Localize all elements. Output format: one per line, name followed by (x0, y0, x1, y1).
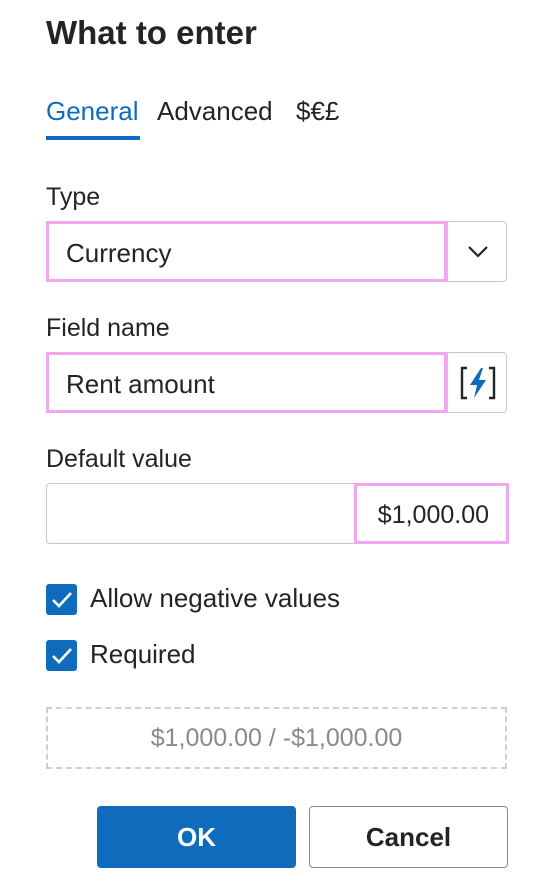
checkmark-icon (51, 647, 72, 664)
field-name-label: Field name (46, 314, 170, 342)
lightning-bracket-icon (460, 366, 495, 399)
field-name-insert-button[interactable] (448, 353, 507, 412)
default-value-text[interactable]: $1,000.00 (378, 501, 489, 530)
allow-negative-label[interactable]: Allow negative values (90, 583, 340, 614)
field-name-value[interactable]: Rent amount (66, 369, 215, 400)
required-label[interactable]: Required (90, 639, 196, 670)
dialog-title: What to enter (46, 14, 257, 51)
type-dropdown-button[interactable] (448, 222, 507, 281)
type-value[interactable]: Currency (66, 238, 171, 269)
format-preview: $1,000.00 / -$1,000.00 (46, 707, 507, 769)
default-value-label: Default value (46, 445, 192, 473)
checkmark-icon (51, 591, 72, 608)
field-name-input[interactable]: Rent amount (46, 352, 507, 413)
active-tab-indicator (46, 136, 140, 140)
tab-currency[interactable]: $€£ (296, 96, 339, 127)
default-value-input[interactable]: $1,000.00 (46, 483, 509, 544)
allow-negative-checkbox[interactable] (46, 584, 77, 615)
type-label: Type (46, 183, 101, 211)
required-checkbox[interactable] (46, 640, 77, 671)
chevron-down-icon (467, 245, 488, 258)
tab-advanced[interactable]: Advanced (157, 96, 273, 127)
tab-general[interactable]: General (46, 96, 139, 127)
ok-button[interactable]: OK (97, 806, 296, 868)
type-select[interactable]: Currency (46, 221, 507, 282)
cancel-button[interactable]: Cancel (309, 806, 508, 868)
